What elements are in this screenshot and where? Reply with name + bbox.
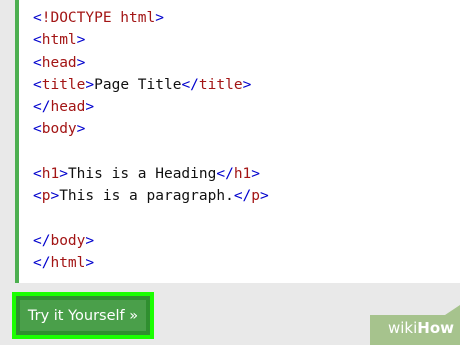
code-bracket: >	[85, 76, 95, 93]
code-bracket: >	[76, 32, 86, 49]
code-bracket: </	[33, 99, 51, 116]
code-text: Page Title	[94, 76, 182, 93]
code-bracket: >	[242, 76, 252, 93]
code-tag-name: title	[198, 76, 243, 93]
code-text: This is a Heading	[67, 166, 217, 183]
wikihow-logo: wikiHow	[388, 319, 454, 337]
code-tag-name: html	[41, 32, 77, 49]
code-bracket: </	[233, 188, 252, 205]
code-bracket: </	[181, 76, 199, 93]
code-bracket: <	[33, 121, 42, 138]
code-text: This is a paragraph.	[59, 188, 234, 205]
watermark-how: How	[417, 319, 454, 337]
code-line: </html>	[33, 252, 269, 274]
wikihow-watermark: wikiHow	[340, 305, 460, 345]
code-line: <title>Page Title</title>	[33, 74, 269, 96]
code-bracket: >	[50, 188, 60, 205]
code-bracket: <	[33, 54, 42, 71]
code-bracket: <	[33, 188, 42, 205]
try-it-yourself-button[interactable]: Try it Yourself »	[20, 300, 146, 331]
code-bracket: >	[59, 166, 68, 183]
code-line: <head>	[33, 52, 269, 74]
code-bracket: >	[85, 99, 95, 116]
code-block: <!DOCTYPE html> <html> <head> <title>Page T…	[33, 7, 269, 275]
code-tag-name: title	[41, 76, 86, 93]
code-bracket: >	[251, 166, 261, 183]
code-bracket: <	[33, 76, 42, 93]
code-bracket: >	[76, 54, 86, 71]
code-line: <html>	[33, 29, 269, 51]
code-line: </head>	[33, 96, 269, 118]
code-bracket: </	[33, 232, 51, 249]
code-tag-name: body	[50, 232, 86, 249]
code-bracket: </	[33, 255, 51, 272]
code-tag-name: body	[41, 121, 77, 138]
watermark-wiki: wiki	[387, 319, 418, 337]
code-bracket: <	[33, 166, 42, 183]
code-bracket: <	[33, 10, 42, 26]
code-tag-name: h1	[233, 166, 252, 183]
code-bracket: >	[260, 188, 269, 205]
code-line: <body>	[33, 118, 269, 140]
code-bracket: >	[76, 121, 86, 138]
code-bracket: >	[85, 255, 95, 272]
code-tag-name: p	[251, 188, 261, 205]
code-line: <h1>This is a Heading</h1>	[33, 163, 269, 185]
code-tag-name: head	[50, 99, 86, 116]
code-bracket: </	[216, 166, 234, 183]
code-tag-name: !DOCTYPE html	[41, 10, 156, 26]
code-example-panel: <!DOCTYPE html> <html> <head> <title>Page T…	[15, 0, 460, 283]
code-bracket: <	[33, 32, 42, 49]
code-bracket: >	[85, 232, 95, 249]
code-line: <!DOCTYPE html>	[33, 7, 269, 29]
code-line: <p>This is a paragraph.</p>	[33, 185, 269, 207]
code-line: </body>	[33, 230, 269, 252]
code-bracket: >	[155, 10, 164, 26]
code-tag-name: html	[50, 255, 86, 272]
try-it-yourself-highlight: Try it Yourself »	[12, 292, 154, 339]
code-tag-name: h1	[41, 166, 60, 183]
code-tag-name: head	[41, 54, 77, 71]
